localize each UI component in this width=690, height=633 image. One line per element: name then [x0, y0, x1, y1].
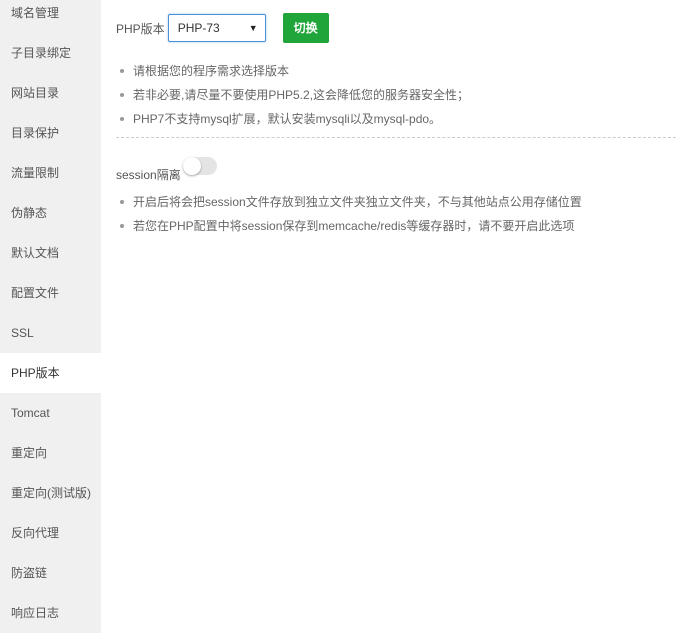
sidebar-item-tomcat[interactable]: Tomcat	[0, 393, 101, 433]
dashed-divider	[116, 137, 676, 138]
bullet-icon	[120, 117, 124, 121]
list-item: 若您在PHP配置中将session保存到memcache/redis等缓存器时，…	[117, 214, 582, 238]
list-item: 请根据您的程序需求选择版本	[117, 59, 469, 83]
php-tips-list: 请根据您的程序需求选择版本 若非必要,请尽量不要使用PHP5.2,这会降低您的服…	[117, 59, 469, 131]
php-version-select[interactable]: PHP-73 ▼	[167, 14, 266, 42]
session-tips-list: 开启后将会把session文件存放到独立文件夹独立文件夹，不与其他站点公用存储位…	[117, 190, 582, 238]
php-version-selected-value: PHP-73	[177, 21, 220, 35]
sidebar-item-rewrite[interactable]: 伪静态	[0, 193, 101, 233]
sidebar-item-site-directory[interactable]: 网站目录	[0, 73, 101, 113]
session-isolation-label: session隔离	[116, 168, 181, 182]
caret-down-icon: ▼	[248, 23, 258, 33]
sidebar-item-reverse-proxy[interactable]: 反向代理	[0, 513, 101, 553]
list-item: 若非必要,请尽量不要使用PHP5.2,这会降低您的服务器安全性；	[117, 83, 469, 107]
bullet-icon	[120, 93, 124, 97]
bullet-icon	[120, 224, 124, 228]
tip-text: 若您在PHP配置中将session保存到memcache/redis等缓存器时，…	[133, 219, 575, 233]
sidebar-nav: 域名管理 子目录绑定 网站目录 目录保护 流量限制 伪静态 默认文档 配置文件 …	[0, 0, 101, 633]
tip-text: 请根据您的程序需求选择版本	[133, 64, 290, 78]
sidebar-item-hotlink-protection[interactable]: 防盗链	[0, 553, 101, 593]
sidebar-item-default-document[interactable]: 默认文档	[0, 233, 101, 273]
switch-button[interactable]: 切换	[282, 13, 329, 43]
bullet-icon	[120, 69, 124, 73]
sidebar-item-php-version[interactable]: PHP版本	[0, 353, 101, 393]
tip-text: PHP7不支持mysql扩展，默认安装mysqli以及mysql-pdo。	[133, 112, 442, 126]
sidebar-item-response-log[interactable]: 响应日志	[0, 593, 101, 633]
sidebar-item-redirect-beta[interactable]: 重定向(测试版)	[0, 473, 101, 513]
sidebar-item-config-file[interactable]: 配置文件	[0, 273, 101, 313]
sidebar-item-domain[interactable]: 域名管理	[0, 0, 101, 33]
php-version-row: PHP版本 PHP-73 ▼ 切换	[116, 13, 329, 43]
main-panel: PHP版本 PHP-73 ▼ 切换 请根据您的程序需求选择版本 若非必要,请尽量…	[101, 0, 690, 616]
toggle-knob	[182, 156, 201, 175]
tip-text: 开启后将会把session文件存放到独立文件夹独立文件夹，不与其他站点公用存储位…	[133, 195, 582, 209]
sidebar-item-ssl[interactable]: SSL	[0, 313, 101, 353]
sidebar-item-redirect[interactable]: 重定向	[0, 433, 101, 473]
session-isolation-toggle[interactable]	[182, 156, 217, 175]
session-isolation-row: session隔离	[116, 150, 217, 183]
list-item: 开启后将会把session文件存放到独立文件夹独立文件夹，不与其他站点公用存储位…	[117, 190, 582, 214]
php-version-label: PHP版本	[116, 21, 165, 36]
sidebar-item-directory-protection[interactable]: 目录保护	[0, 113, 101, 153]
bullet-icon	[120, 200, 124, 204]
tip-text: 若非必要,请尽量不要使用PHP5.2,这会降低您的服务器安全性；	[133, 88, 470, 102]
list-item: PHP7不支持mysql扩展，默认安装mysqli以及mysql-pdo。	[117, 107, 469, 131]
sidebar-item-traffic-limit[interactable]: 流量限制	[0, 153, 101, 193]
sidebar-item-subdirectory-binding[interactable]: 子目录绑定	[0, 33, 101, 73]
